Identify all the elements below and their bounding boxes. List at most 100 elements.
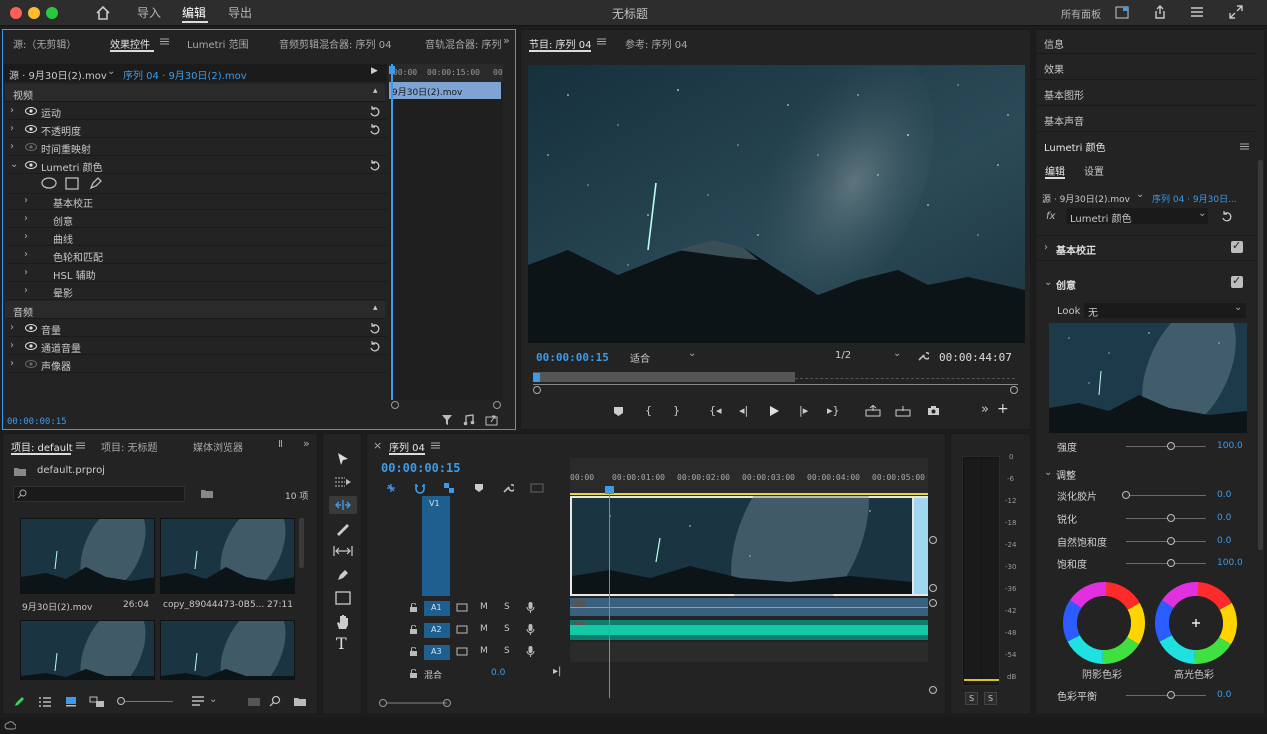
slider-knob[interactable] — [1167, 559, 1175, 567]
slip-tool-icon[interactable] — [333, 545, 353, 557]
wrench-icon[interactable] — [917, 350, 929, 362]
pen-tool-icon[interactable] — [336, 568, 350, 582]
slider-track[interactable] — [1126, 446, 1206, 447]
button-editor-icon[interactable]: + — [997, 401, 1009, 417]
collapse-icon[interactable]: ▴ — [373, 86, 378, 96]
timeline-horizontal-scrollbar[interactable] — [379, 698, 451, 708]
effect-row-panner[interactable]: › 声像器 — [7, 355, 387, 373]
expand-icon[interactable]: › — [10, 105, 14, 116]
effect-row-opacity[interactable]: › 不透明度 — [7, 120, 387, 138]
sort-icon[interactable] — [191, 696, 205, 707]
eye-icon[interactable] — [25, 342, 37, 350]
effect-timeline[interactable]: 00:00 00:00:15:00 00 9月30日(2).mov — [389, 64, 503, 400]
list-view-icon[interactable] — [38, 697, 52, 707]
tab-source[interactable]: 源:（无剪辑） — [13, 36, 76, 51]
expand-icon[interactable]: › — [24, 195, 28, 206]
tab-reference[interactable]: 参考: 序列 04 — [625, 36, 687, 51]
play-only-icon[interactable]: ▶ — [371, 66, 378, 76]
lumetri-sub-vignette[interactable]: › 晕影 — [7, 282, 387, 300]
v1-track-target[interactable]: V1 — [422, 496, 450, 596]
lock-icon[interactable] — [409, 669, 418, 679]
panel-item-lumetri[interactable]: Lumetri 颜色 — [1036, 133, 1258, 158]
mark-out-icon[interactable]: } — [673, 404, 680, 417]
reset-icon[interactable] — [369, 123, 381, 135]
lumetri-clip-selector[interactable]: 源 · 9月30日(2).mov ⌄ 序列 04 · 9月30日... — [1036, 188, 1258, 208]
track-scroll-knob[interactable] — [929, 686, 937, 694]
slider-knob[interactable] — [1167, 442, 1175, 450]
timeline-playhead-handle[interactable] — [605, 486, 614, 494]
expand-icon[interactable]: › — [24, 213, 28, 224]
clip-source-label[interactable]: 源 · 9月30日(2).mov — [9, 67, 107, 82]
project-search-input[interactable] — [13, 486, 185, 502]
tab-program[interactable]: 节目: 序列 04 — [529, 36, 591, 51]
close-window-button[interactable] — [10, 7, 22, 19]
camera-icon[interactable] — [927, 405, 940, 416]
timeline-a3-lane[interactable] — [570, 642, 928, 662]
eye-icon[interactable] — [25, 125, 37, 133]
tab-audio-clip-mixer[interactable]: 音频剪辑混合器: 序列 04 — [279, 36, 391, 51]
timeline-video-clip[interactable] — [570, 496, 928, 596]
slider-value[interactable]: 100.0 — [1217, 441, 1243, 451]
lumetri-sub-curves[interactable]: › 曲线 — [7, 228, 387, 246]
tab-audio-track-mixer[interactable]: 音轨混合器: 序列 — [425, 36, 502, 51]
creative-cloud-icon[interactable] — [4, 720, 16, 731]
media-item-name[interactable]: copy_89044473-0B5... — [163, 600, 264, 610]
go-to-out-icon[interactable]: ▸} — [827, 404, 840, 417]
lumetri-sub-hsl[interactable]: › HSL 辅助 — [7, 264, 387, 282]
effect-row-motion[interactable]: › 运动 — [7, 102, 387, 120]
icon-view-icon[interactable] — [65, 696, 77, 707]
panel-menu-icon[interactable] — [160, 38, 169, 45]
timeline-audio-clip-a2[interactable] — [570, 620, 928, 640]
new-bin-icon[interactable] — [293, 696, 307, 707]
effect-row-channel-volume[interactable]: › 通道音量 — [7, 337, 387, 355]
project-scrollbar[interactable] — [299, 518, 304, 568]
panel-menu-icon[interactable] — [431, 442, 440, 449]
ripple-edit-tool-button[interactable] — [329, 496, 357, 514]
lumetri-sub-creative[interactable]: › 创意 — [7, 210, 387, 228]
mix-value[interactable]: 0.0 — [491, 668, 505, 678]
slider-value[interactable]: 0.0 — [1217, 513, 1231, 523]
freeform-view-icon[interactable] — [89, 696, 105, 708]
eye-icon[interactable] — [25, 143, 37, 151]
hand-tool-icon[interactable] — [335, 614, 351, 630]
extract-icon[interactable] — [895, 405, 911, 417]
step-back-icon[interactable]: ◂| — [739, 404, 748, 417]
intensity-slider-row[interactable]: 强度 100.0 — [1036, 435, 1246, 457]
timeline-ruler[interactable]: 00:00 00:00:01:00 00:00:02:00 00:00:03:0… — [570, 458, 928, 496]
sync-lock-icon[interactable] — [456, 625, 468, 634]
media-thumbnail[interactable] — [20, 620, 155, 680]
slider-value[interactable]: 0.0 — [1217, 536, 1231, 546]
tab-effect-controls[interactable]: 效果控件 — [110, 36, 150, 51]
creative-section[interactable]: ⌄ 创意 ✓ — [1036, 271, 1258, 297]
tab-lumetri-scopes[interactable]: Lumetri 范围 — [187, 36, 249, 51]
panel-item-info[interactable]: 信息 — [1036, 30, 1258, 54]
panel-item-essential-graphics[interactable]: 基本图形 — [1036, 81, 1258, 106]
expand-icon[interactable]: › — [24, 267, 28, 278]
expand-icon[interactable]: › — [10, 141, 14, 152]
add-marker-icon[interactable] — [474, 483, 484, 493]
zoom-slider[interactable] — [117, 701, 173, 702]
tab-media-browser[interactable]: 媒体浏览器 — [193, 439, 243, 454]
microphone-icon[interactable] — [526, 623, 535, 636]
shadow-tint-wheel[interactable] — [1062, 581, 1146, 665]
nest-icon[interactable] — [385, 482, 397, 494]
mute-button[interactable]: M — [480, 646, 488, 656]
chevron-down-icon[interactable]: ⌄ — [209, 694, 217, 705]
basic-correction-section[interactable]: › 基本校正 ✓ — [1036, 235, 1258, 261]
timeline-audio-clip-a1[interactable] — [570, 598, 928, 616]
eye-icon[interactable] — [25, 161, 37, 169]
media-item-name[interactable]: 9月30日(2).mov — [22, 600, 92, 613]
more-tabs-icon[interactable]: » — [303, 437, 310, 450]
media-thumbnail[interactable] — [160, 620, 295, 680]
tab-import[interactable]: 导入 — [137, 4, 161, 21]
solo-right-button[interactable]: S — [984, 692, 997, 705]
a3-track-target[interactable]: A3 — [424, 645, 450, 660]
eye-icon[interactable] — [25, 324, 37, 332]
playhead-handle[interactable] — [389, 66, 395, 74]
lumetri-sub-basic[interactable]: › 基本校正 — [7, 192, 387, 210]
expand-icon[interactable]: › — [24, 285, 28, 296]
slider-knob[interactable] — [1167, 537, 1175, 545]
tab-more[interactable]: Ⅱ — [278, 439, 283, 450]
expand-icon[interactable]: › — [10, 340, 14, 351]
highlight-tint-wheel[interactable] — [1154, 581, 1238, 665]
